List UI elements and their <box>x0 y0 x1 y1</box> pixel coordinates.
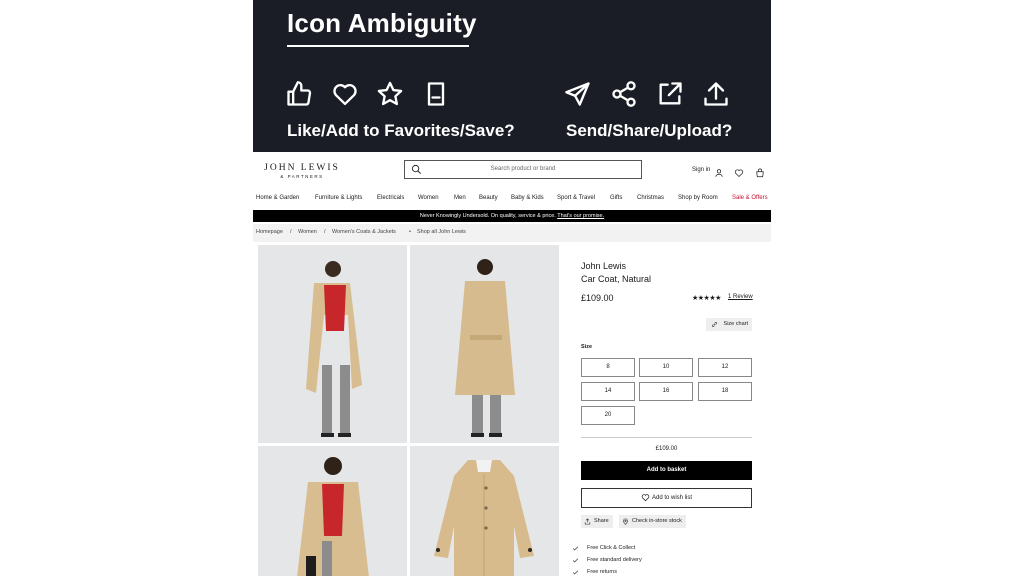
nav-item-sale-offers[interactable]: Sale & Offers <box>732 195 768 201</box>
logo-sub-text: & PARTNERS <box>280 174 324 179</box>
search-input[interactable]: Search product or brand <box>404 160 642 179</box>
nav-item-electricals[interactable]: Electricals <box>377 195 404 201</box>
upload-icon <box>702 80 730 108</box>
size-option-14[interactable]: 14 <box>581 382 635 401</box>
check-icon <box>572 570 579 575</box>
nav-item-women[interactable]: Women <box>418 195 439 201</box>
nav-item-christmas[interactable]: Christmas <box>637 195 664 201</box>
breadcrumb-separator: / <box>324 229 326 235</box>
title-underline <box>287 45 469 47</box>
summary-price: £109.00 <box>655 446 678 452</box>
search-placeholder: Search product or brand <box>490 166 556 172</box>
heart-icon <box>641 494 650 502</box>
right-caption: Send/Share/Upload? <box>566 121 733 140</box>
heart-icon <box>331 80 359 108</box>
nav-item-gifts[interactable]: Gifts <box>610 195 622 201</box>
size-chart-label: Size chart <box>723 321 748 327</box>
size-option-8[interactable]: 8 <box>581 358 635 377</box>
breadcrumb: Homepage / Women / Women's Coats & Jacke… <box>253 224 771 242</box>
star-icon <box>376 80 404 108</box>
divider <box>581 437 752 438</box>
share-label: Share <box>594 518 609 524</box>
nav-item-beauty[interactable]: Beauty <box>479 195 498 201</box>
nav-item-shop-by-room[interactable]: Shop by Room <box>678 195 718 201</box>
product-name: Car Coat, Natural <box>581 274 652 284</box>
wishlist-label: Add to wish list <box>651 495 693 501</box>
breadcrumb-coats-jackets[interactable]: Women's Coats & Jackets <box>332 229 396 235</box>
promo-bar: Never Knowingly Undersold. On quality, s… <box>253 210 771 222</box>
logo-main-text: JOHN LEWIS <box>264 163 340 173</box>
check-stock-button[interactable]: Check in-store stock <box>619 515 686 528</box>
breadcrumb-separator: / <box>290 229 292 235</box>
add-to-basket-button[interactable]: Add to basket <box>581 461 752 480</box>
share-button[interactable]: Share <box>581 515 613 528</box>
slide: Icon Ambiguity Like/Add to Favorites/Sav… <box>253 0 771 576</box>
check-stock-label: Check in-store stock <box>632 518 682 524</box>
product-photo-flatlay[interactable] <box>410 446 559 576</box>
product-gallery <box>253 242 565 576</box>
nav-item-home-garden[interactable]: Home & Garden <box>256 195 299 201</box>
product-price: £109.00 <box>581 293 614 303</box>
thumbs-up-icon <box>285 80 313 108</box>
product-photo-detail[interactable] <box>258 446 407 576</box>
store-logo[interactable]: JOHN LEWIS & PARTNERS <box>263 163 341 179</box>
breadcrumb-shop-all[interactable]: Shop all John Lewis <box>417 229 466 235</box>
reviews-link[interactable]: 1 Review <box>728 294 753 300</box>
banner-title: Icon Ambiguity <box>287 8 477 38</box>
product-brand[interactable]: John Lewis <box>581 261 626 271</box>
left-caption: Like/Add to Favorites/Save? <box>287 121 515 140</box>
nav-item-sport-travel[interactable]: Sport & Travel <box>557 195 595 201</box>
main-nav: Home & Garden Furniture & Lights Electri… <box>253 195 771 207</box>
size-chart-button[interactable]: Size chart <box>706 318 752 331</box>
promo-link[interactable]: That's our promise. <box>557 213 604 219</box>
size-label: Size <box>581 344 593 350</box>
external-link-icon <box>656 80 684 108</box>
link-icon <box>712 322 717 327</box>
promo-text: Never Knowingly Undersold. On quality, s… <box>419 213 556 219</box>
basket-icon[interactable] <box>755 165 765 178</box>
breadcrumb-homepage[interactable]: Homepage <box>256 229 283 235</box>
perk-free-delivery: Free standard delivery <box>572 557 642 563</box>
nav-item-furniture-lights[interactable]: Furniture & Lights <box>315 195 362 201</box>
product-info-panel: John Lewis Car Coat, Natural £109.00 ★★★… <box>568 244 768 576</box>
size-option-18[interactable]: 18 <box>698 382 752 401</box>
size-option-20[interactable]: 20 <box>581 406 635 425</box>
rating-stars: ★★★★★ <box>692 295 721 302</box>
product-photo-front[interactable] <box>258 245 407 443</box>
perk-label: Free Click & Collect <box>587 545 636 551</box>
nav-item-men[interactable]: Men <box>454 195 466 201</box>
share-nodes-icon <box>610 80 638 108</box>
user-icon[interactable] <box>714 165 724 177</box>
perk-label: Free standard delivery <box>587 557 642 563</box>
location-pin-icon <box>623 518 628 525</box>
wishlist-heart-icon[interactable] <box>734 165 744 177</box>
perk-free-returns: Free returns <box>572 569 617 575</box>
size-option-12[interactable]: 12 <box>698 358 752 377</box>
perk-label: Free returns <box>587 569 617 575</box>
breadcrumb-bullet: • <box>409 229 411 235</box>
share-upload-icon <box>584 518 591 525</box>
nav-item-baby-kids[interactable]: Baby & Kids <box>511 195 544 201</box>
size-option-10[interactable]: 10 <box>639 358 693 377</box>
sign-in-link[interactable]: Sign in <box>692 167 710 173</box>
paper-plane-icon <box>564 80 592 108</box>
product-photo-back[interactable] <box>410 245 559 443</box>
size-option-16[interactable]: 16 <box>639 382 693 401</box>
add-to-wishlist-button[interactable]: Add to wish list <box>581 488 752 508</box>
icon-ambiguity-banner: Icon Ambiguity Like/Add to Favorites/Sav… <box>253 0 771 152</box>
perk-click-collect: Free Click & Collect <box>572 545 636 551</box>
check-icon <box>572 546 579 551</box>
check-icon <box>572 558 579 563</box>
store-page: JOHN LEWIS & PARTNERS Search product or … <box>253 152 771 576</box>
bookmark-icon <box>422 80 450 108</box>
breadcrumb-women[interactable]: Women <box>298 229 317 235</box>
